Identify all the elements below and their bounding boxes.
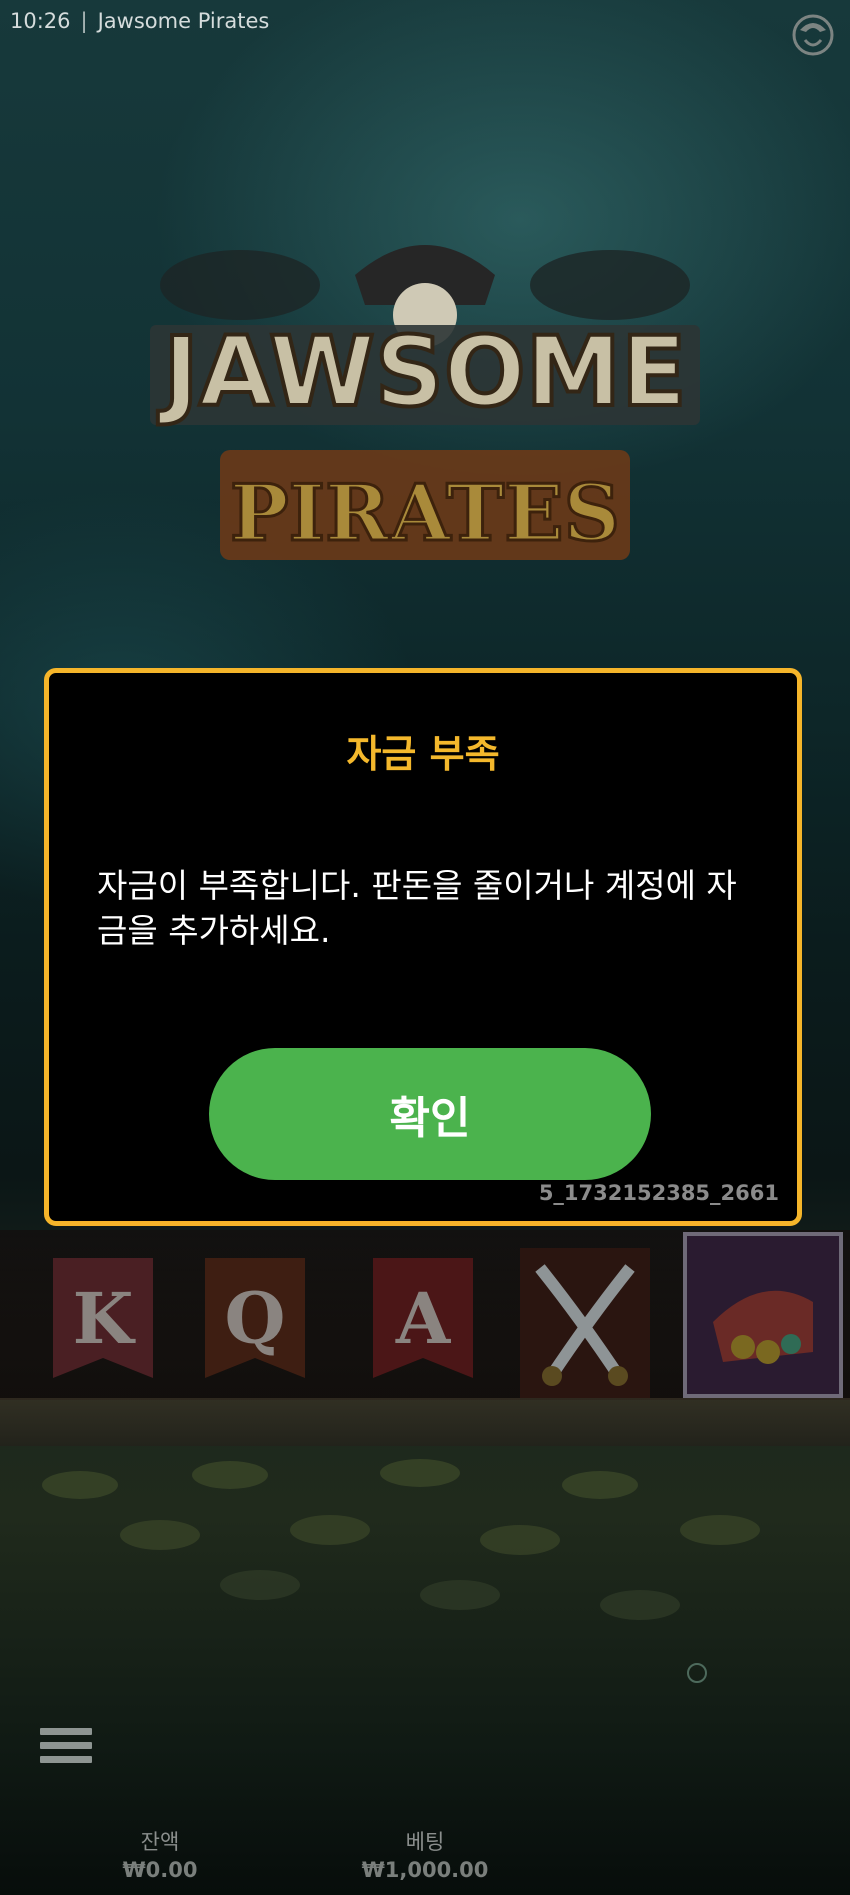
symbol-q: Q (205, 1258, 305, 1378)
status-game-name: Jawsome Pirates (97, 9, 270, 33)
dialog-title: 자금 부족 (346, 732, 500, 776)
insufficient-funds-dialog: 자금 부족 자금이 부족합니다. 판돈을 줄이거나 계정에 자금을 추가하세요.… (44, 668, 802, 1226)
balance-label: 잔액 (140, 1830, 180, 1854)
dialog-message: 자금이 부족합니다. 판돈을 줄이거나 계정에 자금을 추가하세요. (97, 866, 737, 950)
bet-label: 베팅 (405, 1830, 445, 1854)
game-logo: JAWSOME PIRATES (150, 245, 700, 561)
crossed-swords-icon (520, 1248, 650, 1398)
status-time: 10:26 (10, 9, 71, 33)
reel-symbols: K Q A (0, 1230, 850, 1400)
treasure-chest-icon (683, 1232, 843, 1398)
footer-bar: 잔액 ₩0.00 베팅 ₩1,000.00 (0, 1828, 850, 1888)
symbol-a: A (373, 1258, 473, 1378)
symbol-a-label: A (395, 1277, 452, 1360)
logo-line1: JAWSOME (157, 316, 686, 428)
coins-floor (42, 1459, 760, 1683)
symbol-k: K (53, 1258, 153, 1378)
error-code: 5_1732152385_2661 (538, 1181, 779, 1205)
confirm-button[interactable]: 확인 (209, 1048, 651, 1180)
balance-display: 잔액 ₩0.00 (110, 1828, 210, 1884)
symbol-q-label: Q (225, 1277, 286, 1360)
symbol-k-label: K (73, 1277, 136, 1360)
logo-line2: PIRATES (230, 468, 620, 559)
bet-display[interactable]: 베팅 ₩1,000.00 (360, 1828, 490, 1884)
menu-button[interactable] (40, 1728, 92, 1772)
reel-divider (0, 1398, 850, 1446)
status-separator: | (80, 9, 88, 33)
hamburger-icon (40, 1728, 92, 1763)
provider-logo-icon (792, 14, 834, 56)
bet-value: ₩1,000.00 (361, 1858, 489, 1882)
balance-value: ₩0.00 (122, 1858, 198, 1882)
status-bar: 10:26 | Jawsome Pirates (10, 6, 269, 36)
